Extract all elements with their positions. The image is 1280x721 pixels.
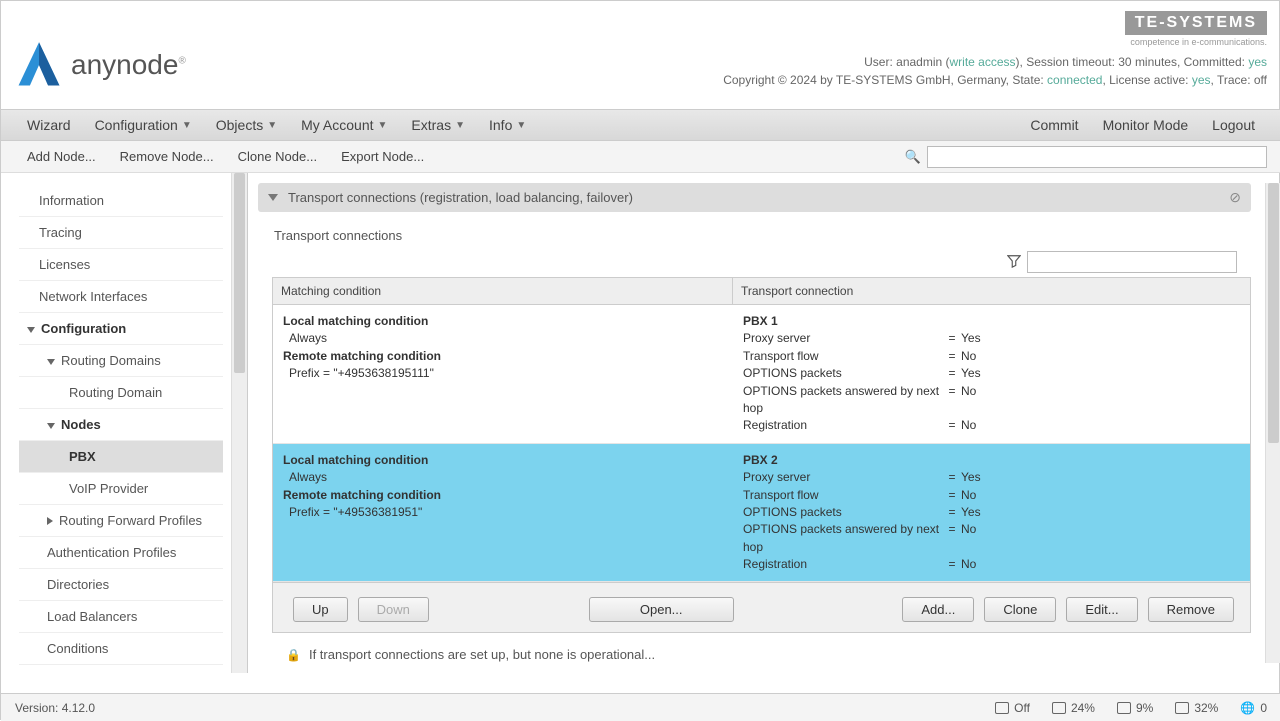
table-row[interactable]: Local matching conditionAlwaysRemote mat… bbox=[273, 444, 1250, 583]
sidebar-licenses[interactable]: Licenses bbox=[19, 249, 223, 281]
footer-alerts: 🌐0 bbox=[1240, 701, 1267, 715]
menu-account[interactable]: My Account ▼ bbox=[289, 117, 399, 133]
transport-table: Matching condition Transport connection … bbox=[272, 277, 1251, 583]
section-header[interactable]: Transport connections (registration, loa… bbox=[258, 183, 1251, 212]
sidebar-dirs[interactable]: Directories bbox=[19, 569, 223, 601]
tool-clone-node[interactable]: Clone Node... bbox=[226, 149, 330, 164]
brand-text: anynode® bbox=[71, 49, 186, 81]
sidebar-hs[interactable]: Hot Standbys bbox=[19, 665, 223, 673]
sidebar-information[interactable]: Information bbox=[19, 185, 223, 217]
sidebar-scrollbar[interactable] bbox=[231, 173, 247, 673]
open-button[interactable]: Open... bbox=[589, 597, 734, 622]
footer-cpu: 9% bbox=[1117, 701, 1153, 715]
menu-configuration[interactable]: Configuration ▼ bbox=[83, 117, 204, 133]
table-filter-input[interactable] bbox=[1027, 251, 1237, 273]
chevron-down-icon: ▼ bbox=[378, 120, 388, 131]
section-toggle-icon[interactable]: ⊘ bbox=[1229, 189, 1241, 206]
sidebar-configuration[interactable]: Configuration bbox=[19, 313, 223, 345]
lock-icon: 🔒 bbox=[286, 648, 301, 662]
sidebar: Information Tracing Licenses Network Int… bbox=[1, 173, 231, 673]
chevron-down-icon: ▼ bbox=[516, 120, 526, 131]
sidebar-nodes[interactable]: Nodes bbox=[19, 409, 223, 441]
menu-wizard[interactable]: Wizard bbox=[15, 117, 83, 133]
add-button[interactable]: Add... bbox=[902, 597, 974, 622]
sidebar-rfp[interactable]: Routing Forward Profiles bbox=[19, 505, 223, 537]
up-button[interactable]: Up bbox=[293, 597, 348, 622]
col-matching[interactable]: Matching condition bbox=[273, 278, 733, 304]
menu-logout[interactable]: Logout bbox=[1200, 117, 1267, 133]
radio-take-down[interactable]: also take down this SIP node bbox=[286, 670, 1251, 673]
filter-icon[interactable] bbox=[1007, 254, 1021, 271]
tes-subtitle: competence in e-communications. bbox=[723, 37, 1267, 47]
chevron-down-icon bbox=[27, 327, 35, 333]
sidebar-lb[interactable]: Load Balancers bbox=[19, 601, 223, 633]
version-label: Version: 4.12.0 bbox=[15, 701, 95, 715]
header-info: TE-SYSTEMS competence in e-communication… bbox=[723, 11, 1267, 109]
search-icon: 🔍 bbox=[905, 149, 921, 165]
battery-icon bbox=[995, 702, 1009, 714]
menu-extras[interactable]: Extras ▼ bbox=[399, 117, 477, 133]
cpu-icon bbox=[1117, 702, 1131, 714]
menu-info[interactable]: Info ▼ bbox=[477, 117, 538, 133]
copyright-line: Copyright © 2024 by TE-SYSTEMS GmbH, Ger… bbox=[723, 73, 1267, 87]
sidebar-cond[interactable]: Conditions bbox=[19, 633, 223, 665]
footer-disk: 24% bbox=[1052, 701, 1095, 715]
tes-logo: TE-SYSTEMS bbox=[1125, 11, 1267, 35]
chevron-down-icon bbox=[268, 194, 278, 201]
chevron-down-icon: ▼ bbox=[267, 120, 277, 131]
operational-title: 🔒If transport connections are set up, bu… bbox=[286, 647, 1251, 662]
write-access-link[interactable]: write access bbox=[950, 55, 1016, 69]
down-button[interactable]: Down bbox=[358, 597, 429, 622]
tool-export-node[interactable]: Export Node... bbox=[329, 149, 436, 164]
menubar: Wizard Configuration ▼ Objects ▼ My Acco… bbox=[1, 109, 1280, 141]
content-scrollbar[interactable] bbox=[1265, 183, 1280, 663]
globe-icon: 🌐 bbox=[1240, 701, 1255, 715]
logo: anynode® bbox=[15, 21, 186, 109]
search-input[interactable] bbox=[927, 146, 1267, 168]
chevron-right-icon bbox=[47, 517, 53, 525]
col-connection[interactable]: Transport connection bbox=[733, 278, 1250, 304]
sidebar-routing-domain[interactable]: Routing Domain bbox=[19, 377, 223, 409]
chevron-down-icon bbox=[47, 359, 55, 365]
footer-mem: 32% bbox=[1175, 701, 1218, 715]
sidebar-tracing[interactable]: Tracing bbox=[19, 217, 223, 249]
chevron-down-icon bbox=[47, 423, 55, 429]
menu-commit[interactable]: Commit bbox=[1018, 117, 1090, 133]
chevron-down-icon: ▼ bbox=[455, 120, 465, 131]
footer-off: Off bbox=[995, 701, 1030, 715]
sidebar-pbx[interactable]: PBX bbox=[19, 441, 223, 473]
sidebar-voip[interactable]: VoIP Provider bbox=[19, 473, 223, 505]
sidebar-auth[interactable]: Authentication Profiles bbox=[19, 537, 223, 569]
tool-add-node[interactable]: Add Node... bbox=[15, 149, 108, 164]
logo-icon bbox=[15, 40, 63, 90]
user-status-line: User: anadmin (write access), Session ti… bbox=[723, 55, 1267, 69]
menu-objects[interactable]: Objects ▼ bbox=[204, 117, 289, 133]
tool-remove-node[interactable]: Remove Node... bbox=[108, 149, 226, 164]
sidebar-network[interactable]: Network Interfaces bbox=[19, 281, 223, 313]
footer: Version: 4.12.0 Off 24% 9% 32% 🌐0 bbox=[1, 693, 1280, 721]
remove-button[interactable]: Remove bbox=[1148, 597, 1234, 622]
chevron-down-icon: ▼ bbox=[182, 120, 192, 131]
disk-icon bbox=[1052, 702, 1066, 714]
memory-icon bbox=[1175, 702, 1189, 714]
toolbar: Add Node... Remove Node... Clone Node...… bbox=[1, 141, 1280, 173]
clone-button[interactable]: Clone bbox=[984, 597, 1056, 622]
section-title: Transport connections (registration, loa… bbox=[288, 190, 633, 205]
edit-button[interactable]: Edit... bbox=[1066, 597, 1137, 622]
table-row[interactable]: Local matching conditionAlwaysRemote mat… bbox=[273, 305, 1250, 444]
section-subtitle: Transport connections bbox=[258, 220, 1267, 251]
sidebar-routing-domains[interactable]: Routing Domains bbox=[19, 345, 223, 377]
menu-monitor[interactable]: Monitor Mode bbox=[1091, 117, 1201, 133]
